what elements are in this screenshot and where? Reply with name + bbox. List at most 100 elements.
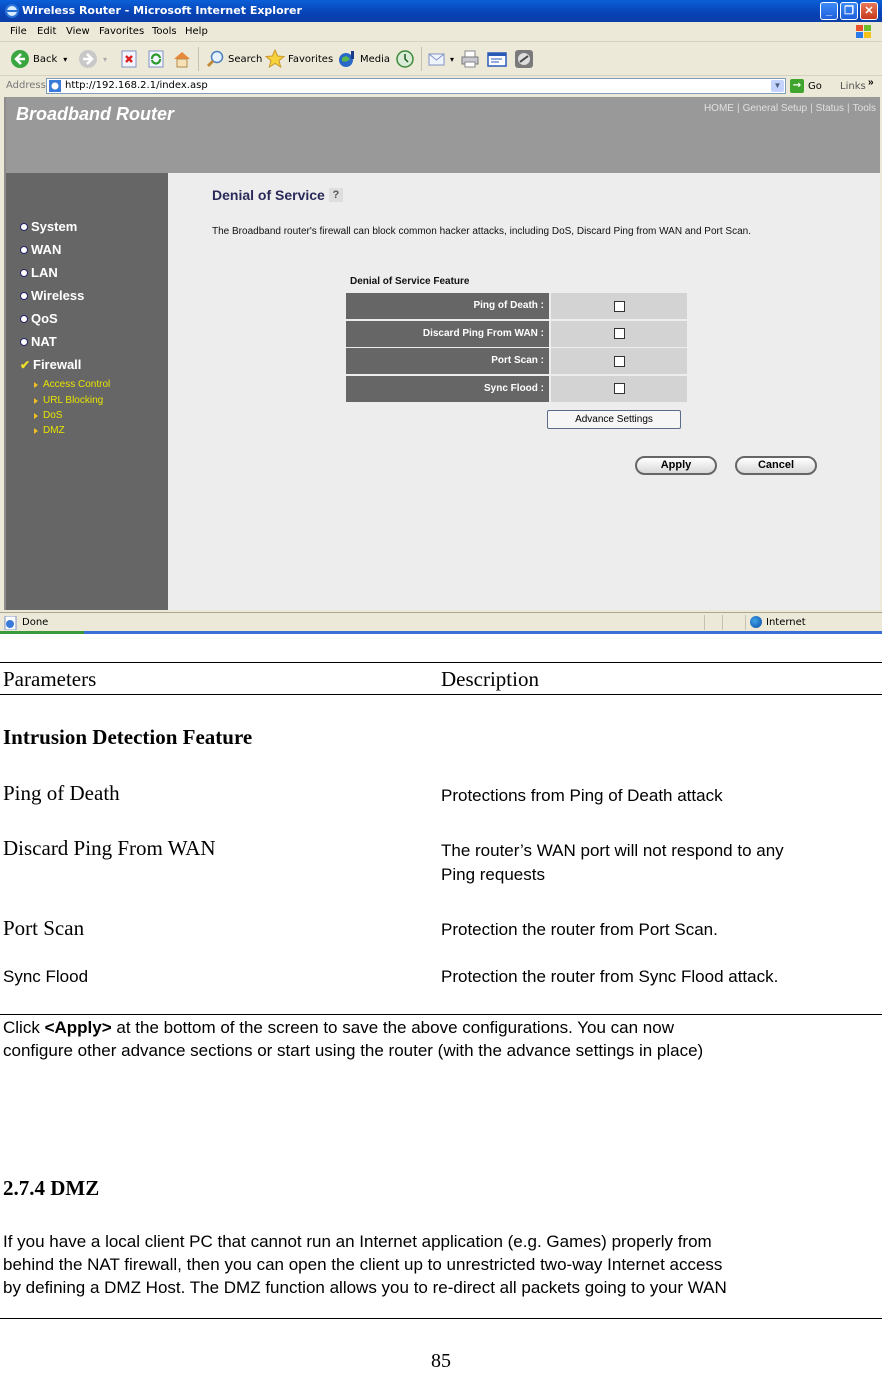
restore-button[interactable]: ❐ <box>840 2 858 20</box>
menu-edit[interactable]: Edit <box>37 26 56 37</box>
messenger-button[interactable] <box>514 48 537 70</box>
mail-dropdown-icon[interactable]: ▾ <box>450 55 454 64</box>
advance-settings-button[interactable]: Advance Settings <box>547 410 681 429</box>
refresh-button[interactable] <box>146 48 169 70</box>
nav-status[interactable]: Status <box>816 103 844 114</box>
close-button[interactable]: ✕ <box>860 2 878 20</box>
edit-button[interactable] <box>487 48 510 70</box>
sidebar-item-system[interactable]: System <box>20 219 77 234</box>
sidebar-sub-url-blocking[interactable]: URL Blocking <box>34 395 103 406</box>
sidebar-item-label: NAT <box>31 334 57 349</box>
apply-button[interactable]: Apply <box>635 456 717 475</box>
taskbar-strip <box>0 631 882 634</box>
sidebar-item-label: Firewall <box>33 357 82 372</box>
dos-feature-table: Ping of Death : Discard Ping From WAN : … <box>346 293 687 403</box>
feature-value <box>551 293 687 319</box>
links-button[interactable]: Links <box>840 81 866 92</box>
desc-discard-ping: The router’s WAN port will not respond t… <box>441 841 784 860</box>
links-chevron-icon[interactable]: » <box>868 77 874 88</box>
sidebar-sub-dmz[interactable]: DMZ <box>34 425 65 436</box>
print-button[interactable] <box>460 48 483 70</box>
sidebar-item-wireless[interactable]: Wireless <box>20 288 84 303</box>
column-header-description: Description <box>441 667 539 691</box>
status-divider <box>722 615 723 630</box>
go-button[interactable]: → Go <box>790 79 822 93</box>
favorites-label: Favorites <box>288 53 334 65</box>
history-icon <box>396 50 414 68</box>
home-button[interactable] <box>172 48 195 70</box>
search-label: Search <box>228 53 263 65</box>
discard-ping-checkbox[interactable] <box>613 328 625 339</box>
menu-favorites[interactable]: Favorites <box>99 26 144 37</box>
feature-label: Port Scan : <box>346 348 549 374</box>
address-dropdown-icon[interactable]: ▼ <box>771 80 784 92</box>
status-bar: Done Internet <box>0 612 882 631</box>
nav-tools[interactable]: Tools <box>853 103 876 114</box>
cancel-button[interactable]: Cancel <box>735 456 817 475</box>
sidebar-sub-label: Access Control <box>43 379 111 390</box>
media-button[interactable]: Media <box>337 48 390 70</box>
security-zone: Internet <box>750 616 806 628</box>
sidebar-item-qos[interactable]: QoS <box>20 311 58 326</box>
forward-dropdown-icon[interactable]: ▾ <box>103 55 107 64</box>
sidebar-item-label: WAN <box>31 242 62 257</box>
nav-separator: | <box>736 103 740 114</box>
dmz-paragraph-line: behind the NAT firewall, then you can op… <box>3 1255 723 1274</box>
stop-button[interactable] <box>119 48 142 70</box>
sync-flood-checkbox[interactable] <box>613 383 625 394</box>
sidebar-item-lan[interactable]: LAN <box>20 265 58 280</box>
desc-sync-flood: Protection the router from Sync Flood at… <box>441 967 779 986</box>
feature-label: Ping of Death : <box>346 293 549 319</box>
bullet-icon <box>20 222 28 231</box>
sidebar-sub-access-control[interactable]: Access Control <box>34 379 110 390</box>
nav-home[interactable]: HOME <box>704 103 734 114</box>
feature-row-port-scan: Port Scan : <box>346 348 687 374</box>
edit-page-icon <box>487 52 507 67</box>
status-divider <box>745 615 746 630</box>
help-icon[interactable]: ? <box>328 188 343 202</box>
media-label: Media <box>360 53 391 65</box>
back-dropdown-icon[interactable]: ▾ <box>63 55 67 64</box>
sidebar-item-nat[interactable]: NAT <box>20 334 57 349</box>
port-scan-checkbox[interactable] <box>613 355 625 367</box>
param-port-scan: Port Scan <box>3 916 85 940</box>
history-button[interactable] <box>395 48 418 70</box>
sidebar-item-firewall[interactable]: ✔ Firewall <box>20 357 81 372</box>
feature-value <box>551 375 687 402</box>
sidebar-sub-dos[interactable]: DoS <box>34 410 62 421</box>
sidebar-item-wan[interactable]: WAN <box>20 242 61 257</box>
feature-row-discard-ping: Discard Ping From WAN : <box>346 320 687 347</box>
mail-button[interactable]: ▾ <box>427 48 454 70</box>
favorites-button[interactable]: Favorites <box>265 48 333 70</box>
minimize-button[interactable]: _ <box>820 2 838 20</box>
menu-tools[interactable]: Tools <box>152 26 177 37</box>
search-icon <box>206 50 224 68</box>
triangle-bullet-icon <box>34 412 38 419</box>
messenger-icon <box>515 50 533 68</box>
bullet-icon <box>20 337 28 346</box>
section-heading: Intrusion Detection Feature <box>3 725 253 749</box>
forward-button[interactable]: ▾ <box>78 48 107 70</box>
window-title: Wireless Router - Microsoft Internet Exp… <box>22 4 302 17</box>
media-icon <box>339 51 354 67</box>
zone-label: Internet <box>766 616 806 628</box>
search-button[interactable]: Search <box>205 48 262 70</box>
dmz-paragraph-line: by defining a DMZ Host. The DMZ function… <box>3 1278 727 1297</box>
bullet-icon <box>20 268 28 277</box>
home-icon <box>174 52 190 68</box>
nav-separator: | <box>810 103 813 114</box>
triangle-bullet-icon <box>34 397 38 404</box>
menu-help[interactable]: Help <box>185 26 208 37</box>
nav-general-setup[interactable]: General Setup <box>743 103 808 114</box>
ping-of-death-checkbox[interactable] <box>613 300 625 312</box>
menu-view[interactable]: View <box>66 26 90 37</box>
browser-screenshot: Wireless Router - Microsoft Internet Exp… <box>0 0 882 634</box>
router-content: Denial of Service ? The Broadband router… <box>168 173 880 610</box>
address-input[interactable]: http://192.168.2.1/index.asp ▼ <box>46 78 786 94</box>
router-header: Broadband Router HOME | General Setup | Stat… <box>6 97 880 173</box>
nav-separator: | <box>847 103 850 114</box>
param-ping-of-death: Ping of Death <box>3 781 120 805</box>
menu-file[interactable]: File <box>10 26 27 37</box>
back-button[interactable]: Back ▾ <box>10 48 67 70</box>
router-page: Broadband Router HOME | General Setup | Stat… <box>4 97 880 610</box>
